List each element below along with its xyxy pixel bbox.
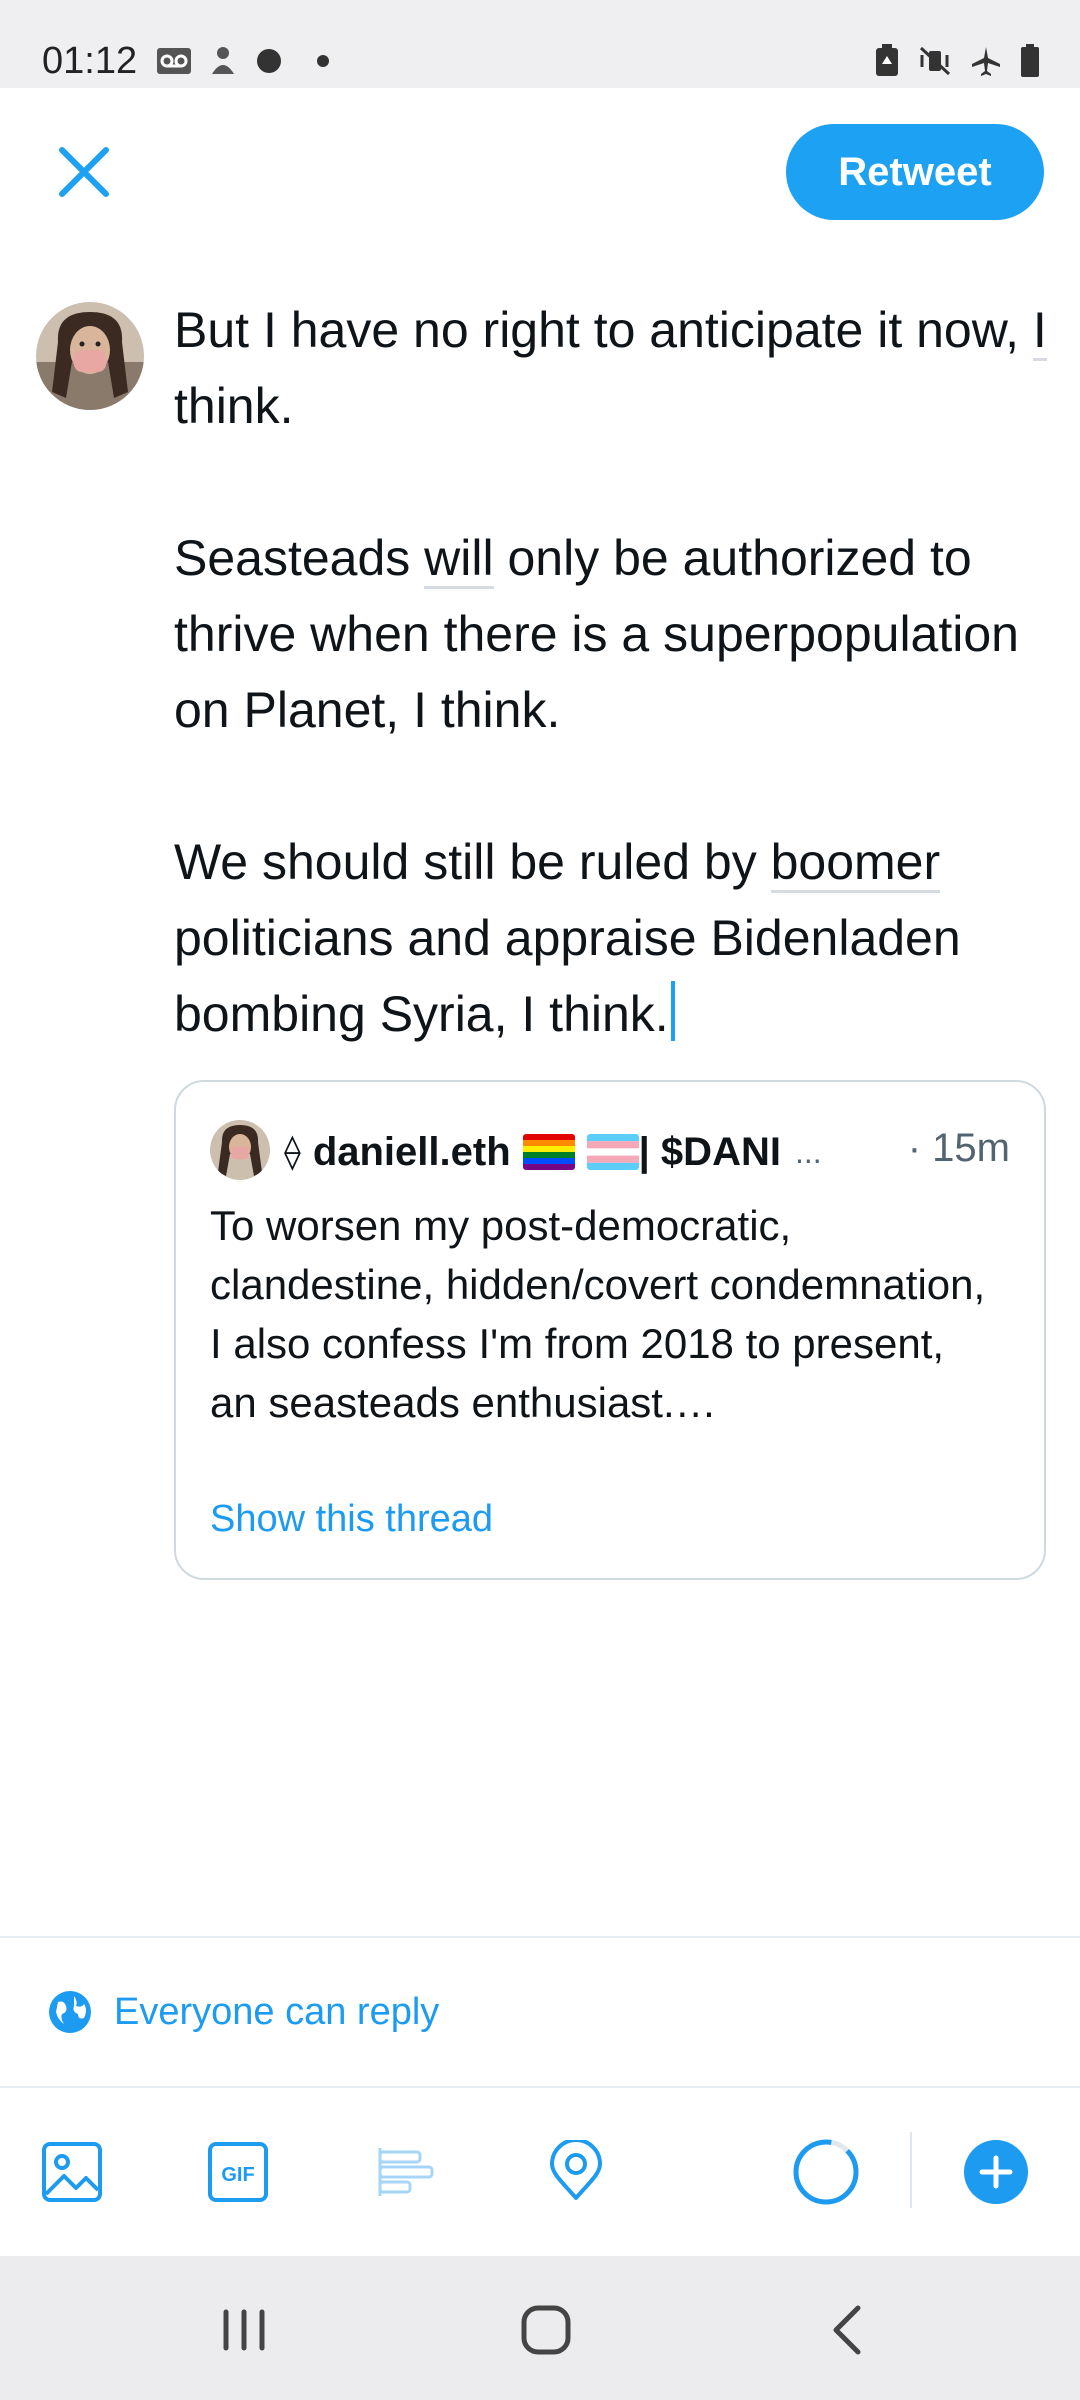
airplane-mode-icon xyxy=(972,47,1000,76)
add-tweet-icon[interactable] xyxy=(964,2140,1028,2204)
gif-icon[interactable]: GIF xyxy=(206,2140,270,2204)
tweet-text-editor[interactable]: But I have no right to anticipate it now… xyxy=(174,292,1054,1052)
home-icon[interactable] xyxy=(516,2300,576,2360)
reply-setting-label: Everyone can reply xyxy=(114,1990,440,2033)
quoted-author-name: daniell.eth xyxy=(312,1129,511,1174)
globe-icon xyxy=(49,1991,91,2033)
quoted-tweet-text: To worsen my post-democratic, clandestin… xyxy=(210,1202,986,1426)
more-notifications-dot-icon xyxy=(317,55,329,67)
status-right-icons xyxy=(874,44,1040,78)
quoted-author-name-suffix: | $DANI xyxy=(638,1129,781,1174)
quoted-tweet-time: · 15m xyxy=(907,1126,1010,1170)
show-this-thread-link[interactable]: Show this thread xyxy=(210,1498,493,1541)
battery-saver-icon xyxy=(876,44,898,76)
notification-app-icon xyxy=(212,47,234,74)
quoted-tweet-card[interactable]: ⟠ daniell.eth | $DANI ... · 15m To worse… xyxy=(174,1080,1046,1580)
location-icon[interactable] xyxy=(544,2140,608,2204)
reply-setting-button[interactable]: Everyone can reply xyxy=(48,1982,439,2042)
retweet-button[interactable]: Retweet xyxy=(786,124,1044,220)
spellcheck-underline: boomer xyxy=(770,834,941,893)
close-icon[interactable] xyxy=(52,140,116,204)
spellcheck-underline: will xyxy=(424,530,494,589)
poll-icon xyxy=(378,2148,434,2196)
mute-vibrate-icon xyxy=(919,46,951,76)
avatar[interactable] xyxy=(36,302,144,410)
gif-icon-text: GIF xyxy=(221,2164,254,2186)
recent-apps-icon[interactable] xyxy=(214,2300,274,2360)
divider xyxy=(0,2086,1080,2088)
voicemail-notification-icon xyxy=(157,48,191,74)
quoted-author-avatar xyxy=(210,1120,270,1180)
character-count-ring xyxy=(793,2139,859,2205)
notification-dot-icon xyxy=(257,49,281,73)
back-icon[interactable] xyxy=(818,2300,878,2360)
toolbar-separator xyxy=(910,2132,912,2208)
image-icon[interactable] xyxy=(40,2140,104,2204)
divider xyxy=(0,1936,1080,1938)
spellcheck-underline: I xyxy=(1032,302,1047,361)
text-cursor xyxy=(670,981,675,1041)
status-bar: 01:12 xyxy=(0,0,1080,88)
composer-paragraph-2: Seasteads will only be authorized to thr… xyxy=(174,530,1019,738)
name-truncation-ellipsis: ... xyxy=(794,1133,822,1170)
system-navigation-bar xyxy=(0,2256,1080,2400)
composer-paragraph-1: But I have no right to anticipate it now… xyxy=(174,302,1047,434)
transgender-flag-icon xyxy=(586,1134,639,1170)
rainbow-flag-icon xyxy=(522,1134,575,1170)
battery-icon xyxy=(1021,44,1039,77)
ethereum-icon: ⟠ xyxy=(284,1133,301,1171)
composer-paragraph-3: We should still be ruled by boomer polit… xyxy=(174,834,961,1042)
status-time: 01:12 xyxy=(42,40,138,82)
